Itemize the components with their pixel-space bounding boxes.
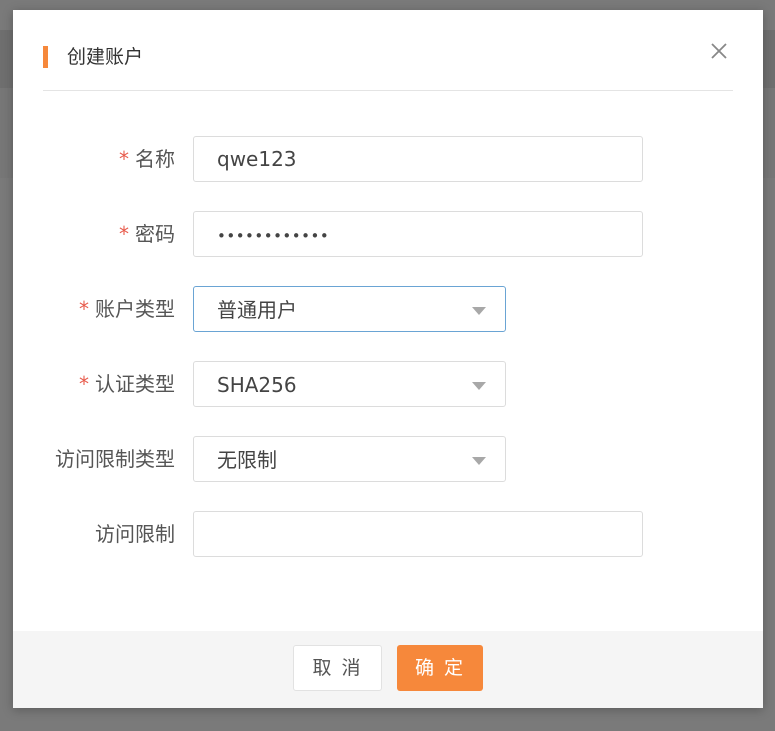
- account-type-label: * 账户类型: [79, 297, 175, 321]
- name-label: * 名称: [119, 147, 175, 171]
- create-account-dialog: 创建账户 *名称 *密码 •••••••••••• *账户类型 普通用户 *认证…: [13, 10, 763, 708]
- access-limit-type-value: 无限制: [217, 448, 277, 472]
- dialog-header: 创建账户: [43, 10, 733, 91]
- dialog-footer: 取 消 确 定: [13, 631, 763, 708]
- access-limit-field[interactable]: [193, 511, 643, 557]
- access-limit-label: 访问限制: [95, 522, 175, 546]
- auth-type-select[interactable]: SHA256: [193, 361, 506, 407]
- dialog-title: 创建账户: [67, 46, 144, 68]
- password-label: * 密码: [119, 222, 175, 246]
- password-field[interactable]: ••••••••••••: [193, 211, 643, 257]
- close-icon[interactable]: [708, 40, 730, 62]
- account-type-select[interactable]: 普通用户: [193, 286, 506, 332]
- chevron-down-icon: [472, 307, 486, 315]
- cancel-button[interactable]: 取 消: [293, 645, 382, 691]
- access-limit-type-label: 访问限制类型: [55, 447, 175, 471]
- auth-type-label: * 认证类型: [79, 372, 175, 396]
- chevron-down-icon: [472, 457, 486, 465]
- confirm-button[interactable]: 确 定: [397, 645, 483, 691]
- password-input[interactable]: ••••••••••••: [217, 222, 329, 250]
- auth-type-value: SHA256: [217, 373, 297, 397]
- access-limit-type-select[interactable]: 无限制: [193, 436, 506, 482]
- access-limit-input[interactable]: [194, 512, 642, 556]
- account-type-value: 普通用户: [217, 298, 297, 322]
- chevron-down-icon: [472, 382, 486, 390]
- name-field[interactable]: [193, 136, 643, 182]
- name-input[interactable]: [194, 137, 642, 181]
- title-accent-bar: [43, 46, 48, 68]
